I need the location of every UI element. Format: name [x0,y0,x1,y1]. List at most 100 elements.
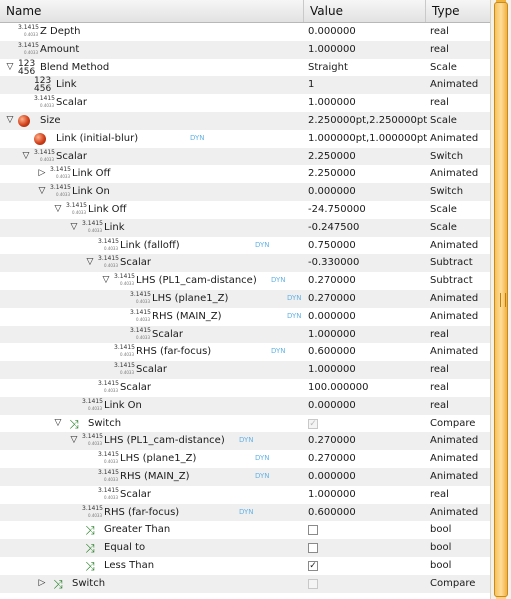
icon-digits: 3.1415 [98,451,119,459]
param-value[interactable]: -24.750000 [308,201,366,219]
tree-row[interactable]: ▽ 3.1415 0.4033 Scalar 2.250000 Switch [0,147,490,166]
expander-collapse-icon[interactable]: ▽ [20,148,32,166]
tree-row[interactable]: ▽ 3.1415 0.4033 Link -0.247500 Scale [0,218,490,237]
icon-digits-small: 0.4033 [88,405,102,411]
param-value[interactable]: 1.000000 [308,361,356,379]
param-type: real [430,97,449,109]
param-value[interactable]: 0.000000 [308,397,356,415]
tree-row[interactable]: 3.1415 0.4033 LHS (plane1_Z) DYN 0.270000 Ani… [0,289,490,308]
tree-row[interactable]: 3.1415 0.4033 RHS (far-focus) DYN 0.600000 An… [0,343,490,361]
bool-checkbox[interactable] [308,525,318,536]
expander-collapse-icon[interactable]: ▽ [52,415,64,433]
icon-digits-small: 0.4033 [104,494,118,500]
expander-collapse-icon[interactable]: ▽ [52,201,64,219]
tree-row[interactable]: ▽ 3.1415 0.4033 LHS (PL1_cam-distance) DYN 0.… [0,432,490,451]
param-value[interactable]: 0.750000 [308,237,356,255]
param-value[interactable]: Straight [308,59,348,77]
param-value[interactable]: 0.270000 [308,450,356,468]
bool-checkbox[interactable]: ✓ [308,560,318,571]
tree-row[interactable]: 3.1415 0.4033 Scalar 1.000000 real [0,94,490,112]
expander-collapse-icon[interactable]: ▽ [68,432,80,450]
tree-row[interactable]: ⤨ Greater Than bool [0,521,490,539]
icon-digits-small: 0.4033 [24,32,38,37]
param-value[interactable]: 2.250000 [308,148,356,166]
param-value[interactable]: 0.270000 [308,432,356,450]
tree-row[interactable]: ▽ 3.1415 0.4033 LHS (PL1_cam-distance) DYN 0.… [0,272,490,290]
param-value[interactable]: 2.250000 [308,165,356,183]
expander-collapse-icon[interactable]: ▽ [4,59,16,77]
tree-row[interactable]: ⤨ Less Than ✓ bool [0,557,490,575]
param-value[interactable]: 0.000000 [308,23,356,41]
param-value[interactable]: 0.270000 [308,290,356,308]
param-name: Link On [72,186,110,198]
tree-row[interactable]: 3.1415 0.4033 Scalar 1.000000 real [0,361,490,379]
tree-row[interactable]: ⤨ Equal to bool [0,539,490,557]
tree-row[interactable]: ▽ 3.1415 0.4033 Link On 0.000000 Switch [0,183,490,201]
vertical-scrollbar[interactable] [490,0,511,599]
param-value[interactable]: -0.330000 [308,254,359,272]
real-value-icon: 3.1415 0.4033 [114,273,135,289]
tree-row[interactable]: 3.1415 0.4033 Link On 0.000000 real [0,396,490,415]
param-value[interactable]: -0.247500 [308,219,359,237]
tree-row[interactable]: 3.1415 0.4033 Link (falloff) DYN 0.750000 Ani… [0,237,490,255]
tree-row[interactable]: 3.1415 0.4033 RHS (MAIN_Z) DYN 0.000000 Anima… [0,467,490,486]
expander-expand-icon[interactable]: ▷ [36,165,48,183]
tree-row[interactable]: 123 456 Link 1 Animated [0,76,490,95]
tree-row[interactable]: ▽ 3.1415 0.4033 Link Off -24.750000 Scale [0,201,490,219]
param-value[interactable]: 1.000000pt,1.000000pt [308,130,427,148]
type-column-header[interactable]: Type [426,0,490,22]
param-name: LHS (plane1_Z) [152,292,229,304]
param-name: RHS (far-focus) [104,506,180,518]
param-value[interactable]: 2.250000pt,2.250000pt [308,112,427,130]
tree-row[interactable]: ▽ ⤨ Switch ✓ Compare [0,415,490,433]
tree-row[interactable]: 3.1415 0.4033 Amount 1.000000 real [0,40,490,59]
expander-collapse-icon[interactable]: ▽ [36,183,48,201]
param-value[interactable]: 1 [308,76,314,94]
bool-checkbox[interactable] [308,543,318,554]
icon-digits-small: 0.4033 [104,387,118,393]
param-type: bool [430,524,452,536]
tree-row[interactable]: 3.1415 0.4033 LHS (plane1_Z) DYN 0.270000 Ani… [0,450,490,468]
expander-collapse-icon[interactable]: ▽ [84,254,96,272]
tree-row[interactable]: 3.1415 0.4033 RHS (far-focus) DYN 0.600000 An… [0,503,490,522]
param-type: bool [430,559,452,571]
icon-digits: 3.1415 [34,148,55,156]
icon-digits-small: 0.4033 [120,370,134,376]
param-type: Scale [430,221,457,233]
tree-row[interactable]: ▽ 123 456 Blend Method Straight Scale [0,59,490,77]
vector-value-icon [34,132,46,145]
param-value[interactable]: 1.000000 [308,326,356,344]
bool-checkbox [308,578,318,589]
param-value[interactable]: 0.600000 [308,504,356,522]
tree-row[interactable]: ▷ ⤨ Switch Compare [0,574,490,593]
param-type: real [430,381,449,393]
param-value[interactable]: 1.000000 [308,486,356,504]
param-value[interactable]: 1.000000 [308,41,356,59]
param-value[interactable]: 0.600000 [308,343,356,361]
tree-row[interactable]: 3.1415 0.4033 Scalar 1.000000 real [0,325,490,344]
param-type: Scale [430,114,457,126]
param-value[interactable]: 100.000000 [308,379,368,397]
tree-row[interactable]: ▷ 3.1415 0.4033 Link Off 2.250000 Animated [0,165,490,183]
param-value[interactable]: 0.000000 [308,468,356,486]
param-value[interactable]: 0.000000 [308,308,356,326]
tree-row[interactable]: Link (initial-blur) DYN 1.000000pt,1.00000… [0,130,490,148]
value-column-header[interactable]: Value [304,0,426,22]
expander-collapse-icon[interactable]: ▽ [68,219,80,237]
name-column-header[interactable]: Name [0,0,304,22]
param-value[interactable]: 0.000000 [308,183,356,201]
tree-row[interactable]: 3.1415 0.4033 Z Depth 0.000000 real [0,23,490,41]
param-value[interactable]: 0.270000 [308,272,356,290]
tree-row[interactable]: ▽ Size 2.250000pt,2.250000pt Scale [0,111,490,130]
icon-digits: 3.1415 [50,166,71,174]
bool-checkbox: ✓ [308,418,318,429]
tree-row[interactable]: 3.1415 0.4033 RHS (MAIN_Z) DYN 0.000000 Anima… [0,308,490,326]
tree-row[interactable]: ▽ 3.1415 0.4033 Scalar -0.330000 Subtract [0,254,490,273]
expander-expand-icon[interactable]: ▷ [36,575,48,593]
expander-collapse-icon[interactable]: ▽ [100,272,112,290]
tree-row[interactable]: 3.1415 0.4033 Scalar 100.000000 real [0,379,490,397]
tree-row[interactable]: 3.1415 0.4033 Scalar 1.000000 real [0,486,490,504]
param-value[interactable]: 1.000000 [308,94,356,112]
scrollbar-thumb[interactable] [494,2,508,597]
expander-collapse-icon[interactable]: ▽ [4,112,16,130]
